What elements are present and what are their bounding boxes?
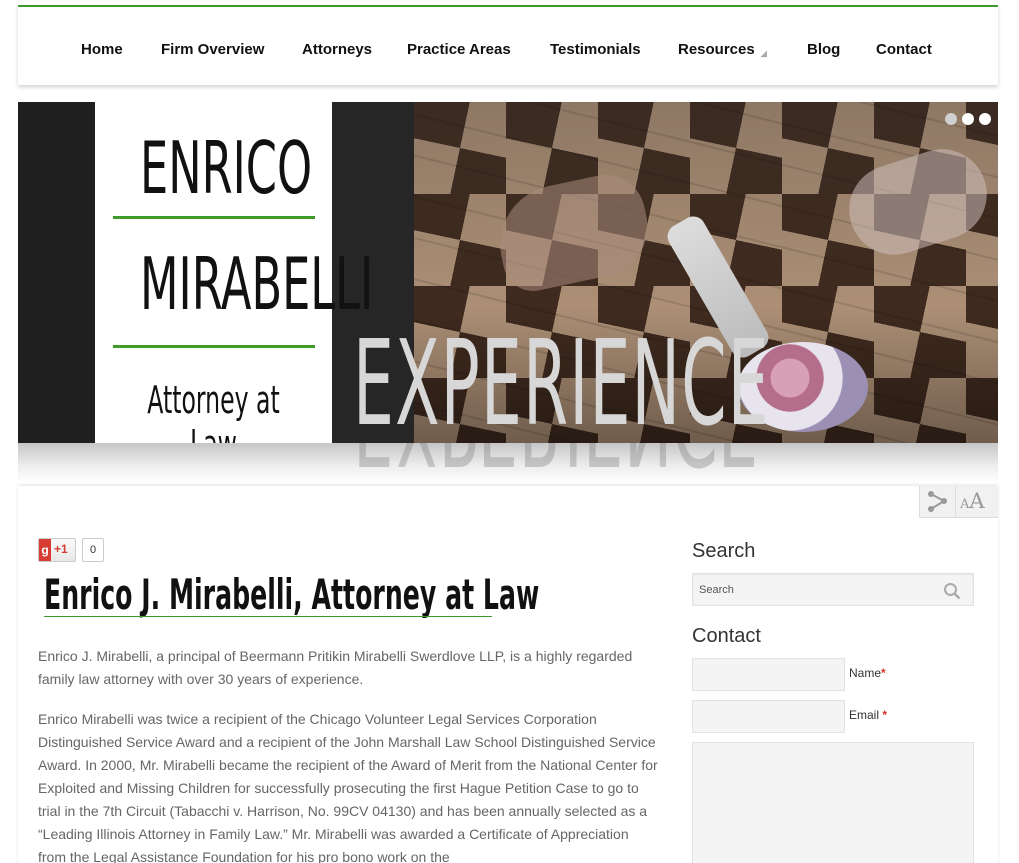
google-plus-button[interactable]: g +1 [38,538,76,562]
required-mark: * [882,708,888,722]
page-tools: AA [919,486,998,518]
nav-item-practice-areas[interactable]: Practice Areas [407,41,511,58]
google-plus-icon: g [39,539,51,561]
font-large-icon: A [969,489,985,513]
content-area: AA g +1 0 Enrico J. Mirabelli, Attorney … [18,486,998,863]
nav-item-contact[interactable]: Contact [876,41,932,58]
email-label-text: Email [849,708,880,722]
hero-left-panel [18,102,95,443]
required-mark: * [881,666,886,680]
logo-card: ENRICO MIRABELLI Attorney at Law [95,102,374,443]
nav-item-home[interactable]: Home [81,41,123,58]
page-title: Enrico J. Mirabelli, Attorney at Law [44,570,540,619]
nav-item-testimonials[interactable]: Testimonials [550,41,641,58]
intro-paragraph: Enrico J. Mirabelli, a principal of Beer… [38,648,633,687]
hero-slider: ENRICO MIRABELLI Attorney at Law EXPERIE… [18,102,998,443]
name-label: Name* [849,666,886,680]
share-button[interactable] [920,486,956,518]
title-underline [44,616,492,617]
name-field[interactable] [692,658,845,691]
nav-item-resources-label: Resources [678,41,755,58]
contact-heading: Contact [692,625,761,647]
hero-banner-word: EXPERIENCE [353,314,770,443]
logo-divider-bottom [113,345,315,348]
name-label-text: Name [849,666,882,680]
logo-first-name: ENRICO [140,126,313,210]
email-label: Email * [849,708,887,722]
nav-item-blog[interactable]: Blog [807,41,840,58]
hero-reflection: EXPERIENCE [18,443,998,483]
search-icon[interactable] [943,582,961,600]
search-input[interactable] [693,574,933,605]
main-navigation: Home Firm Overview Attorneys Practice Ar… [18,5,998,85]
caret-icon: ◢ [760,49,767,58]
nav-item-resources[interactable]: Resources ◢ [678,41,767,58]
search-form [692,573,974,606]
slide-dot-2[interactable] [962,113,974,125]
bio-paragraph: Enrico Mirabelli was twice a recipient o… [38,711,658,863]
slide-dot-3[interactable] [979,113,991,125]
message-field[interactable] [692,742,974,863]
nav-menu: Home Firm Overview Attorneys Practice Ar… [18,41,998,61]
nav-item-firm-overview[interactable]: Firm Overview [161,41,264,58]
logo-subtitle: Attorney at Law [147,378,280,443]
slide-dot-1[interactable] [945,113,957,125]
google-plus-label: +1 [54,542,68,556]
share-nodes-icon [928,491,947,512]
hero-reflection-word: EXPERIENCE [353,443,759,483]
slider-pagination [940,112,991,130]
google-plus-count: 0 [82,538,104,562]
font-size-button[interactable]: AA [960,489,985,513]
search-heading: Search [692,540,756,562]
email-field[interactable] [692,700,845,733]
nav-item-attorneys[interactable]: Attorneys [302,41,372,58]
logo-divider-top [113,216,315,219]
logo-last-name: MIRABELLI [140,242,374,326]
font-small-icon: A [960,497,970,512]
